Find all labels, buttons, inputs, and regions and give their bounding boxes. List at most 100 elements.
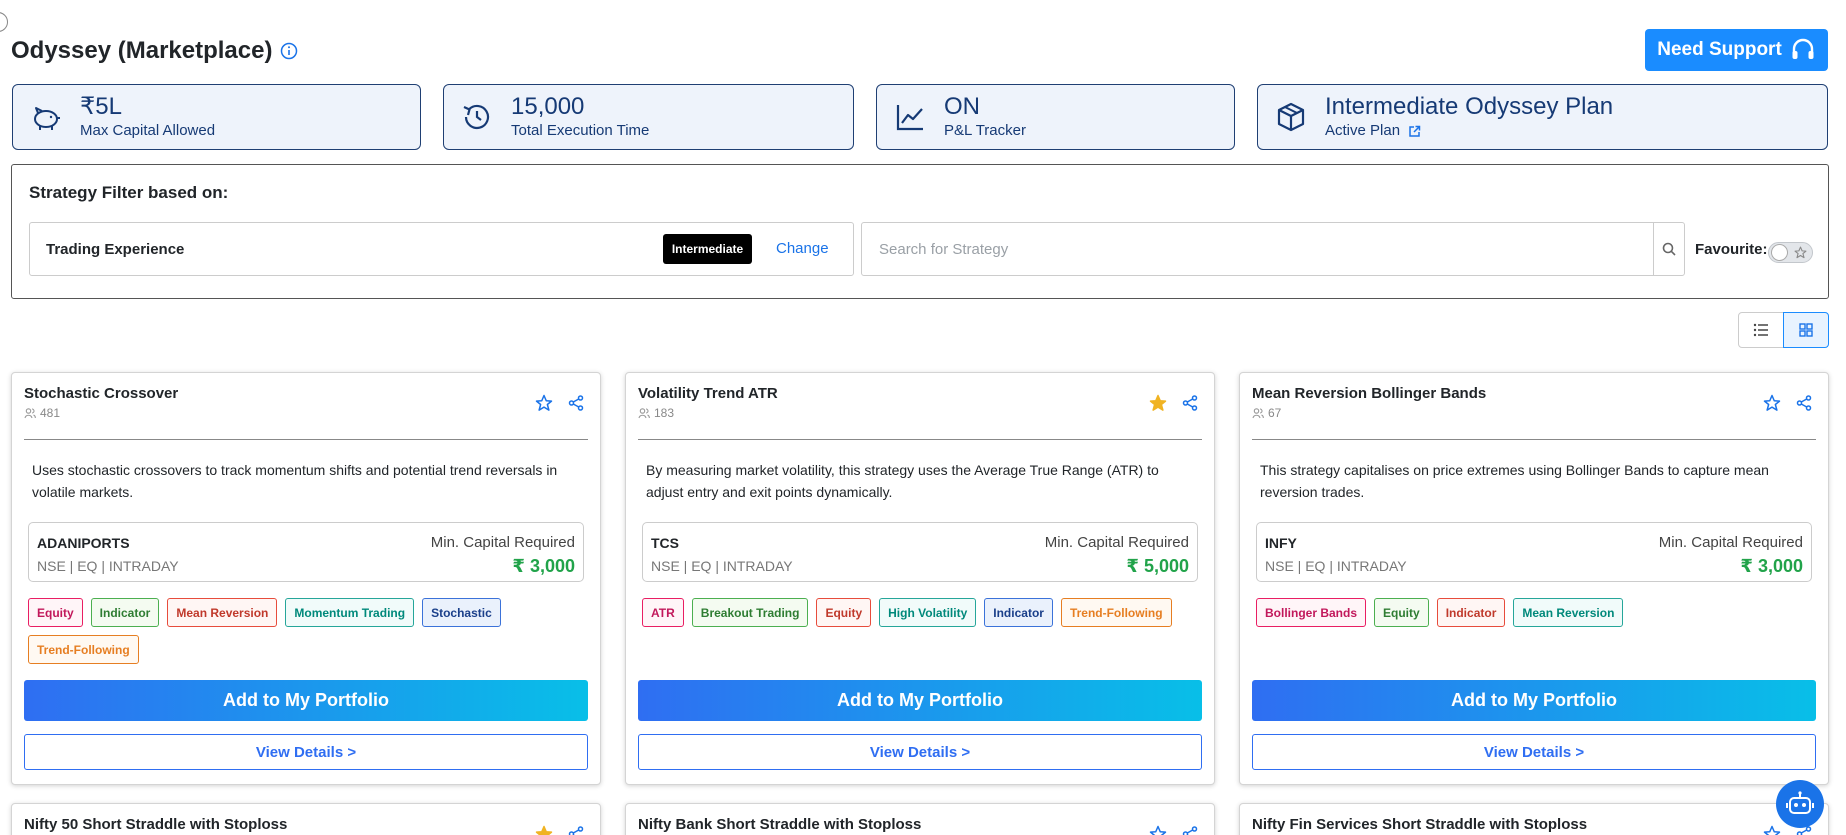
corner-toggle[interactable]: [0, 12, 8, 32]
subscriber-count: 183: [638, 406, 674, 420]
view-details-button[interactable]: View Details >: [638, 734, 1202, 770]
strategy-tag[interactable]: Momentum Trading: [285, 598, 415, 627]
instrument-exchange: NSE | EQ | INTRADAY: [37, 558, 179, 574]
subscriber-count-value: 183: [654, 406, 675, 420]
strategy-tag[interactable]: High Volatility: [879, 598, 977, 627]
share-icon: [1182, 395, 1198, 411]
strategy-card: Volatility Trend ATR 183 By measuring mark…: [625, 372, 1215, 785]
strategy-tag[interactable]: Equity: [1374, 598, 1429, 627]
change-experience-link[interactable]: Change: [776, 240, 829, 257]
share-icon: [568, 826, 584, 835]
favourite-button[interactable]: [535, 825, 553, 835]
stat-label: Max Capital Allowed: [80, 122, 216, 139]
card-divider: [638, 439, 1202, 440]
favourite-button[interactable]: [1149, 825, 1167, 835]
favourite-star-icon: [1763, 394, 1781, 411]
stat-execution-time: 15,000 Total Execution Time: [443, 84, 854, 150]
share-button[interactable]: [1182, 826, 1198, 835]
strategy-card: Nifty Bank Short Straddle with Stoploss: [625, 803, 1215, 835]
toggle-knob: [1771, 244, 1788, 261]
strategy-card: Mean Reversion Bollinger Bands 67 This str…: [1239, 372, 1829, 785]
stat-value: ₹5L: [80, 93, 122, 120]
grid-icon: [1799, 323, 1813, 337]
strategy-tag[interactable]: Trend-Following: [28, 635, 139, 664]
instrument-symbol: INFY: [1265, 535, 1297, 551]
strategy-tag[interactable]: Indicator: [1436, 598, 1506, 627]
subscriber-count: 481: [24, 406, 60, 420]
card-divider: [24, 439, 588, 440]
share-icon: [568, 395, 584, 411]
external-link-icon: [1409, 125, 1421, 137]
experience-badge: Intermediate: [663, 234, 752, 264]
share-button[interactable]: [1796, 395, 1812, 411]
share-button[interactable]: [1182, 395, 1198, 411]
stat-label: Active Plan: [1325, 122, 1401, 139]
grid-view-button[interactable]: [1783, 312, 1829, 348]
strategy-description: Uses stochastic crossovers to track mome…: [32, 462, 558, 500]
strategy-tag[interactable]: Indicator: [984, 598, 1053, 627]
share-button[interactable]: [568, 395, 584, 411]
chatbot-button[interactable]: [1776, 780, 1824, 828]
favourite-button[interactable]: [1149, 394, 1167, 412]
strategy-tag[interactable]: Bollinger Bands: [1256, 598, 1367, 627]
favourite-star-icon: [535, 825, 553, 835]
info-icon[interactable]: [280, 42, 298, 60]
strategy-tag[interactable]: Indicator: [90, 598, 160, 627]
view-details-button[interactable]: View Details >: [24, 734, 588, 770]
instrument-exchange: NSE | EQ | INTRADAY: [1265, 558, 1407, 574]
strategy-card: Stochastic Crossover 481 Uses stochastic c…: [11, 372, 601, 785]
favourite-button[interactable]: [1763, 825, 1781, 835]
filter-title: Strategy Filter based on:: [29, 183, 229, 202]
subscriber-count-value: 481: [40, 406, 61, 420]
search-button[interactable]: [1653, 223, 1684, 275]
add-to-portfolio-button[interactable]: Add to My Portfolio: [638, 680, 1202, 721]
strategy-name: Volatility Trend ATR: [638, 385, 778, 402]
favourite-button[interactable]: [1763, 394, 1781, 412]
instrument-exchange: NSE | EQ | INTRADAY: [651, 558, 793, 574]
page-title-text: Odyssey (Marketplace): [11, 37, 273, 64]
strategy-name: Nifty Fin Services Short Straddle with S…: [1252, 816, 1588, 833]
favourite-toggle[interactable]: [1768, 242, 1813, 263]
subscriber-count-value: 67: [1268, 406, 1282, 420]
min-capital-value: ₹ 5,000: [1126, 556, 1189, 576]
search-input[interactable]: [862, 223, 1653, 275]
view-details-button[interactable]: View Details >: [1252, 734, 1816, 770]
strategy-card: Nifty Fin Services Short Straddle with S…: [1239, 803, 1829, 835]
subscriber-count: 67: [1252, 406, 1281, 420]
strategy-tag[interactable]: Trend-Following: [1060, 598, 1172, 627]
page-title: Odyssey (Marketplace): [11, 37, 298, 65]
favourite-star-icon: [1149, 825, 1167, 835]
stat-value: ON: [944, 93, 980, 120]
add-to-portfolio-button[interactable]: Add to My Portfolio: [1252, 680, 1816, 721]
favourite-button[interactable]: [535, 394, 553, 412]
add-to-portfolio-button[interactable]: Add to My Portfolio: [24, 680, 588, 721]
strategy-name: Mean Reversion Bollinger Bands: [1252, 385, 1487, 402]
robot-icon: [1786, 791, 1814, 814]
strategy-name: Nifty Bank Short Straddle with Stoploss: [638, 816, 922, 833]
instrument-symbol: TCS: [651, 535, 679, 551]
strategy-tag[interactable]: Equity: [816, 598, 872, 627]
strategy-tag[interactable]: Mean Reversion: [1513, 598, 1624, 627]
strategy-tag[interactable]: Stochastic: [422, 598, 501, 627]
strategy-tag[interactable]: Equity: [28, 598, 83, 627]
need-support-label: Need Support: [1657, 39, 1782, 60]
strategy-tag[interactable]: Breakout Trading: [691, 598, 809, 627]
min-capital-label: Min. Capital Required: [1044, 534, 1189, 551]
strategy-name: Nifty 50 Short Straddle with Stoploss: [24, 816, 288, 833]
stat-max-capital: ₹5L Max Capital Allowed: [12, 84, 421, 150]
star-icon: [1794, 246, 1807, 259]
active-plan-link[interactable]: Active Plan: [1325, 122, 1613, 140]
favourite-label: Favourite:: [1695, 241, 1768, 258]
share-icon: [1182, 826, 1198, 835]
list-view-button[interactable]: [1738, 312, 1784, 348]
instrument-box: TCS NSE | EQ | INTRADAY Min. Capital Requi…: [642, 522, 1198, 582]
share-button[interactable]: [568, 826, 584, 835]
users-icon: [24, 408, 36, 419]
strategy-tag[interactable]: ATR: [642, 598, 684, 627]
strategy-tag[interactable]: Mean Reversion: [167, 598, 278, 627]
strategy-tags: Bollinger Bands Equity Indicator Mean Rever…: [1256, 598, 1816, 627]
view-mode-toggle: [1738, 312, 1829, 348]
piggy-bank-icon: [34, 107, 60, 130]
need-support-button[interactable]: Need Support: [1645, 29, 1828, 71]
min-capital-label: Min. Capital Required: [430, 534, 575, 551]
